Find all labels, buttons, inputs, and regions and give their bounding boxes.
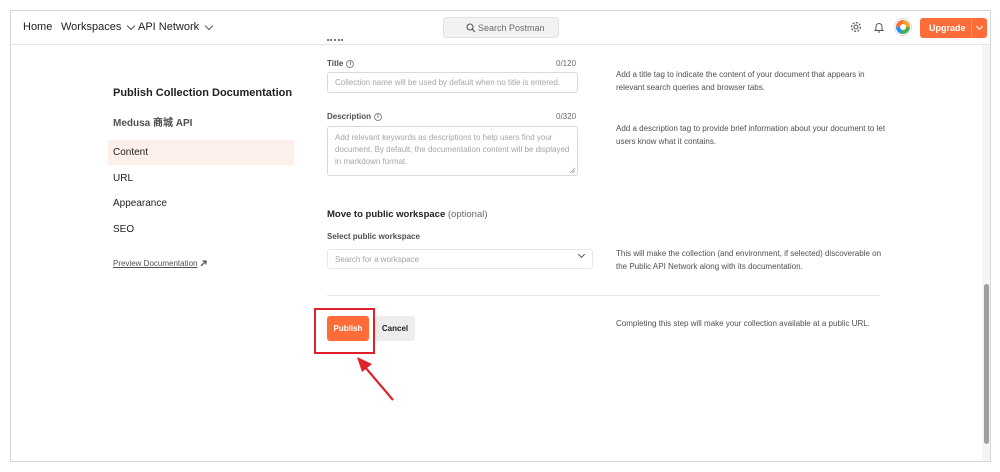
chevron-down-icon bbox=[975, 22, 984, 31]
sidebar-item-content[interactable]: Content bbox=[108, 140, 294, 165]
move-workspace-optional: (optional) bbox=[447, 209, 488, 220]
title-label-text: Title bbox=[327, 59, 344, 68]
upgrade-button[interactable]: Upgrade bbox=[920, 18, 987, 38]
sidebar-item-seo[interactable]: SEO bbox=[108, 217, 294, 242]
sidebar-item-appearance[interactable]: Appearance bbox=[108, 191, 294, 216]
preview-documentation-link[interactable]: Preview Documentation bbox=[113, 259, 207, 268]
search-icon bbox=[466, 23, 476, 33]
move-workspace-title: Move to public workspace bbox=[327, 209, 446, 220]
gear-icon[interactable] bbox=[850, 21, 862, 33]
bell-icon[interactable] bbox=[873, 21, 885, 33]
cancel-label: Cancel bbox=[381, 324, 409, 333]
title-counter: 0/120 bbox=[556, 59, 577, 68]
publish-help-text: Completing this step will make your coll… bbox=[616, 319, 870, 328]
description-field-label: Description i bbox=[327, 112, 383, 121]
move-workspace-heading: Move to public workspace (optional) bbox=[327, 209, 488, 220]
chevron-down-icon bbox=[127, 21, 136, 30]
sidebar-item-label: URL bbox=[113, 173, 134, 184]
sidebar-item-url[interactable]: URL bbox=[108, 166, 294, 191]
select-workspace-label-text: Select public workspace bbox=[327, 232, 420, 241]
search-input[interactable]: Search Postman bbox=[443, 17, 559, 38]
info-icon: i bbox=[374, 112, 383, 121]
preview-link-label: Preview Documentation bbox=[113, 259, 198, 268]
nav-api-network[interactable]: API Network bbox=[138, 21, 214, 33]
collection-name: Medusa 商城 API bbox=[113, 118, 193, 129]
postman-window: Home Workspaces API Network Search Postm… bbox=[10, 10, 991, 462]
nav-home[interactable]: Home bbox=[23, 21, 52, 33]
external-link-icon bbox=[201, 260, 207, 267]
description-label-text: Description bbox=[327, 112, 372, 121]
chevron-down-icon bbox=[577, 250, 586, 259]
select-workspace-label: Select public workspace bbox=[327, 232, 420, 241]
avatar[interactable] bbox=[895, 19, 911, 35]
nav-workspaces-label: Workspaces bbox=[61, 21, 122, 33]
scrollbar-thumb[interactable] bbox=[984, 284, 989, 444]
nav-home-label: Home bbox=[23, 21, 53, 33]
description-placeholder: Add relevant keywords as descriptions to… bbox=[335, 133, 570, 166]
annotation-arrow-icon bbox=[357, 357, 394, 401]
top-header: Home Workspaces API Network Search Postm… bbox=[11, 11, 990, 45]
sidebar-item-label: SEO bbox=[113, 224, 135, 235]
title-placeholder: Collection name will be used by default … bbox=[335, 78, 561, 87]
search-placeholder: Search Postman bbox=[478, 22, 545, 33]
title-field-label: Title i bbox=[327, 59, 355, 68]
scrolled-off-content bbox=[327, 39, 343, 42]
workspace-select[interactable]: Search for a workspace bbox=[327, 249, 593, 269]
chevron-down-icon bbox=[204, 21, 214, 30]
workspace-select-placeholder: Search for a workspace bbox=[335, 255, 420, 264]
title-input[interactable]: Collection name will be used by default … bbox=[327, 72, 578, 93]
page-title: Publish Collection Documentation bbox=[113, 87, 293, 99]
sidebar-item-label: Appearance bbox=[113, 198, 167, 209]
cancel-button[interactable]: Cancel bbox=[375, 316, 415, 341]
title-help-text: Add a title tag to indicate the content … bbox=[616, 70, 865, 92]
upgrade-dropdown[interactable] bbox=[971, 18, 987, 38]
resize-handle-icon[interactable] bbox=[569, 167, 575, 173]
upgrade-label: Upgrade bbox=[929, 23, 966, 33]
nav-api-network-label: API Network bbox=[138, 21, 200, 33]
nav-workspaces[interactable]: Workspaces bbox=[61, 21, 136, 33]
info-icon: i bbox=[346, 59, 355, 68]
description-help-text: Add a description tag to provide brief i… bbox=[616, 124, 886, 146]
highlight-box bbox=[314, 308, 375, 354]
workspace-help-text: This will make the collection (and envir… bbox=[616, 249, 882, 271]
description-counter: 0/320 bbox=[556, 112, 577, 121]
divider bbox=[327, 295, 880, 296]
sidebar-item-label: Content bbox=[113, 147, 149, 158]
description-textarea[interactable]: Add relevant keywords as descriptions to… bbox=[327, 126, 578, 176]
